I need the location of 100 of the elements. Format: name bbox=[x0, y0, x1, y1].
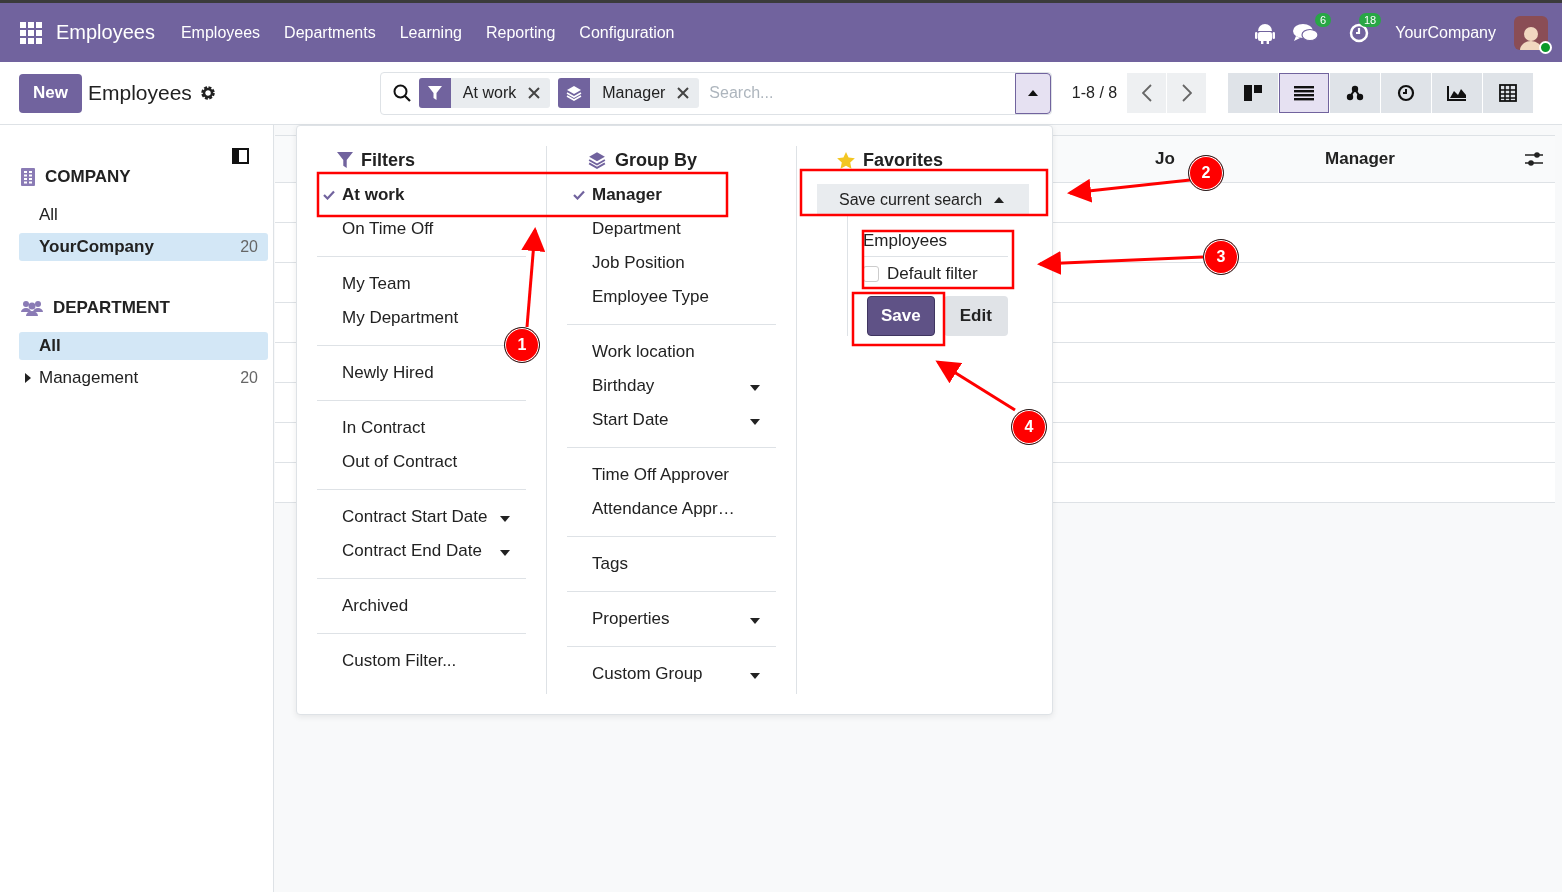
close-icon[interactable] bbox=[677, 87, 690, 99]
page-title: Employees bbox=[87, 81, 192, 105]
item-label: Management bbox=[39, 368, 139, 388]
save-search-toggle[interactable]: Save current search bbox=[817, 184, 1029, 215]
building-icon bbox=[21, 168, 35, 186]
sidebar-item[interactable]: All bbox=[19, 201, 268, 229]
caret-icon bbox=[500, 550, 510, 556]
grid-table-icon bbox=[1499, 84, 1518, 102]
count-badge: 6 bbox=[1315, 12, 1332, 27]
search-toggle[interactable] bbox=[1014, 72, 1051, 114]
menu-option[interactable]: Custom Group bbox=[567, 657, 776, 691]
item-count: 20 bbox=[240, 369, 258, 387]
view-button[interactable] bbox=[1330, 73, 1381, 113]
people-icon bbox=[21, 300, 43, 316]
caret-icon bbox=[750, 618, 760, 624]
menu-option[interactable]: Employee Type bbox=[567, 280, 776, 314]
checkbox[interactable] bbox=[863, 266, 879, 282]
menu-item[interactable]: Learning bbox=[399, 23, 462, 42]
menu-option[interactable]: At work bbox=[317, 178, 526, 212]
star-icon bbox=[837, 151, 855, 169]
search-facet[interactable]: Manager bbox=[558, 78, 700, 108]
next-button[interactable] bbox=[1167, 73, 1207, 113]
caret-icon bbox=[750, 419, 760, 425]
search-facet[interactable]: At work bbox=[418, 78, 551, 108]
menu-option[interactable]: Start Date bbox=[567, 403, 776, 437]
check-icon bbox=[573, 190, 585, 200]
chat-icon[interactable] bbox=[1293, 22, 1320, 43]
sidebar-toggle-icon[interactable] bbox=[232, 148, 249, 164]
company-name[interactable]: YourCompany bbox=[1395, 23, 1496, 42]
filter-icon bbox=[337, 152, 353, 168]
chevron-right-icon bbox=[1181, 84, 1192, 102]
column-header[interactable]: Manager bbox=[1295, 149, 1425, 169]
section-title: COMPANY bbox=[45, 167, 131, 187]
caret-icon bbox=[750, 385, 760, 391]
hierarchy-icon bbox=[1346, 84, 1365, 102]
menu-option[interactable]: Out of Contract bbox=[317, 445, 526, 479]
save-button[interactable]: Save bbox=[867, 296, 935, 336]
layers-icon bbox=[587, 151, 607, 169]
search-field[interactable]: At work Manager Search... bbox=[379, 71, 1052, 115]
section-title: Filters bbox=[361, 149, 416, 171]
menu-option[interactable]: Birthday bbox=[567, 369, 776, 403]
view-button[interactable] bbox=[1228, 73, 1279, 113]
layers-icon bbox=[566, 85, 583, 101]
menu-option[interactable]: Tags bbox=[567, 547, 776, 581]
clock-icon bbox=[1397, 84, 1416, 102]
checkbox-label: Default filter bbox=[887, 264, 978, 284]
item-label: All bbox=[39, 336, 61, 356]
pager-value[interactable]: 1-8 / 8 bbox=[1071, 84, 1118, 102]
menu-option[interactable]: Attendance Appr… bbox=[567, 492, 776, 526]
sliders-icon[interactable] bbox=[1525, 151, 1543, 167]
menu-option[interactable]: My Team bbox=[317, 267, 526, 301]
sidebar-item[interactable]: All bbox=[19, 332, 268, 360]
sidebar-item[interactable]: YourCompany 20 bbox=[19, 233, 268, 261]
menu-item[interactable]: Departments bbox=[284, 23, 376, 42]
menu-option[interactable]: Department bbox=[567, 212, 776, 246]
settings-icon[interactable] bbox=[199, 85, 216, 101]
item-label: All bbox=[39, 205, 58, 225]
view-button[interactable] bbox=[1381, 73, 1432, 113]
menu-option[interactable]: Manager bbox=[567, 178, 776, 212]
sidebar-item[interactable]: Management 20 bbox=[19, 364, 268, 392]
section-title: Favorites bbox=[863, 149, 944, 171]
caret-icon bbox=[750, 673, 760, 679]
menu-option[interactable]: Contract Start Date bbox=[317, 500, 526, 534]
menu-option[interactable]: Job Position bbox=[567, 246, 776, 280]
search-icon bbox=[392, 84, 411, 102]
caret-icon bbox=[994, 196, 1005, 203]
close-icon[interactable] bbox=[528, 87, 541, 99]
caret-icon bbox=[1027, 90, 1038, 96]
item-label: YourCompany bbox=[39, 237, 154, 257]
menu-option[interactable]: In Contract bbox=[317, 411, 526, 445]
caret-right-icon[interactable] bbox=[25, 373, 31, 383]
filter-icon bbox=[427, 86, 442, 100]
count-badge: 18 bbox=[1358, 12, 1382, 27]
view-button[interactable] bbox=[1483, 73, 1534, 113]
menu-item[interactable]: Configuration bbox=[579, 23, 675, 42]
apps-menu-icon[interactable] bbox=[20, 21, 42, 44]
menu-option[interactable]: Time Off Approver bbox=[567, 458, 776, 492]
menu-option[interactable]: Contract End Date bbox=[317, 534, 526, 568]
view-button[interactable] bbox=[1432, 73, 1483, 113]
item-count: 20 bbox=[240, 238, 258, 256]
menu-option[interactable]: Archived bbox=[317, 589, 526, 623]
menu-option[interactable]: Custom Filter... bbox=[317, 644, 526, 678]
menu-item[interactable]: Employees bbox=[180, 23, 261, 42]
area-chart-icon bbox=[1447, 85, 1468, 101]
edit-button[interactable]: Edit bbox=[943, 296, 1008, 336]
list-icon bbox=[1294, 85, 1315, 101]
menu-option[interactable]: On Time Off bbox=[317, 212, 526, 246]
kanban-icon bbox=[1243, 84, 1264, 102]
menu-option[interactable]: Properties bbox=[567, 602, 776, 636]
view-button[interactable] bbox=[1279, 73, 1330, 113]
previous-button[interactable] bbox=[1127, 73, 1167, 113]
new-button[interactable]: New bbox=[19, 73, 82, 113]
app-name[interactable]: Employees bbox=[56, 21, 155, 44]
menu-option[interactable]: Work location bbox=[567, 335, 776, 369]
clock-icon[interactable] bbox=[1349, 22, 1370, 43]
section-title: DEPARTMENT bbox=[53, 298, 170, 318]
menu-item[interactable]: Reporting bbox=[485, 23, 556, 42]
android-icon[interactable] bbox=[1255, 21, 1276, 44]
chevron-left-icon bbox=[1141, 84, 1152, 102]
check-icon bbox=[323, 190, 335, 200]
